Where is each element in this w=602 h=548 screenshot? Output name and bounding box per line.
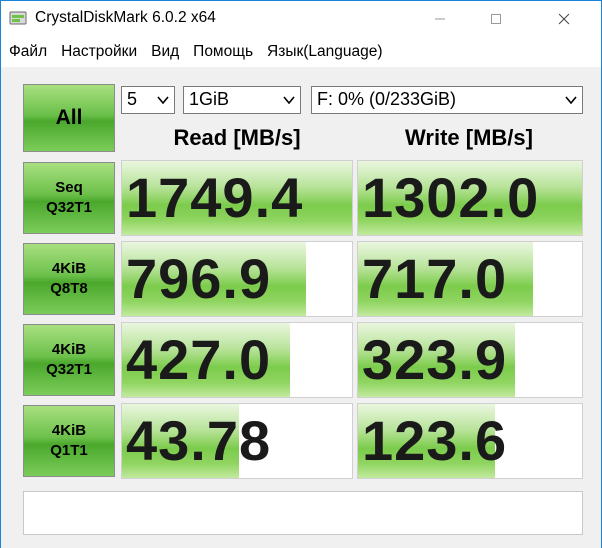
chevron-down-icon <box>565 96 577 105</box>
row-label-line2: Q8T8 <box>50 280 88 297</box>
window-title: CrystalDiskMark 6.0.2 x64 <box>35 9 216 26</box>
row-label-line1: 4KiB <box>51 260 87 277</box>
read-result-seq-q32t1: 1749.4 <box>121 160 353 236</box>
drive-value: F: 0% (0/233GiB) <box>317 89 457 109</box>
write-value: 123.6 <box>362 409 508 472</box>
row-label-line2: Q32T1 <box>46 199 92 216</box>
write-result-4kib-q8t8: 717.0 <box>357 241 583 317</box>
app-window: CrystalDiskMark 6.0.2 x64 Файл Настройки… <box>0 0 602 548</box>
write-result-4kib-q1t1: 123.6 <box>357 403 583 479</box>
minimize-button[interactable] <box>417 1 463 37</box>
row-label-line2: Q1T1 <box>50 442 88 459</box>
read-value: 427.0 <box>126 328 272 391</box>
status-box <box>23 491 583 535</box>
4kib-q32t1-button[interactable]: 4KiB Q32T1 <box>23 324 115 396</box>
chevron-down-icon <box>283 96 295 105</box>
maximize-button[interactable] <box>473 1 519 37</box>
row-label-line1: 4KiB <box>51 341 87 358</box>
seq-q32t1-button[interactable]: Seq Q32T1 <box>23 162 115 234</box>
test-count-value: 5 <box>127 89 138 109</box>
menu-file[interactable]: Файл <box>1 39 53 65</box>
row-label-line1: Seq <box>55 179 83 196</box>
close-button[interactable] <box>541 1 587 37</box>
menu-help[interactable]: Помощь <box>185 39 259 65</box>
minimize-icon <box>435 18 445 20</box>
crystaldiskmark-icon <box>9 11 27 25</box>
4kib-q8t8-button[interactable]: 4KiB Q8T8 <box>23 243 115 315</box>
menu-bar: Файл Настройки Вид Помощь Язык(Language) <box>1 39 601 65</box>
title-bar: CrystalDiskMark 6.0.2 x64 <box>1 1 601 37</box>
write-value: 717.0 <box>362 247 508 310</box>
read-header: Read [MB/s] <box>173 125 301 150</box>
drive-select[interactable]: F: 0% (0/233GiB) <box>311 86 583 114</box>
maximize-icon <box>491 14 501 24</box>
row-label-line1: 4KiB <box>51 422 87 439</box>
test-count-select[interactable]: 5 <box>121 86 175 114</box>
read-result-4kib-q32t1: 427.0 <box>121 322 353 398</box>
write-result-4kib-q32t1: 323.9 <box>357 322 583 398</box>
read-result-4kib-q8t8: 796.9 <box>121 241 353 317</box>
test-size-value: 1GiB <box>189 89 230 109</box>
write-header: Write [MB/s] <box>405 125 533 150</box>
4kib-q1t1-button[interactable]: 4KiB Q1T1 <box>23 405 115 477</box>
menu-language[interactable]: Язык(Language) <box>259 39 389 65</box>
read-value: 1749.4 <box>126 166 304 229</box>
write-value: 323.9 <box>362 328 508 391</box>
all-button[interactable]: All <box>23 84 115 152</box>
test-size-select[interactable]: 1GiB <box>183 86 301 114</box>
row-label-line2: Q32T1 <box>46 361 92 378</box>
read-value: 796.9 <box>126 247 272 310</box>
read-result-4kib-q1t1: 43.78 <box>121 403 353 479</box>
chevron-down-icon <box>157 96 169 105</box>
menu-view[interactable]: Вид <box>143 39 185 65</box>
read-value: 43.78 <box>126 409 272 472</box>
write-value: 1302.0 <box>362 166 540 229</box>
write-result-seq-q32t1: 1302.0 <box>357 160 583 236</box>
close-icon <box>558 13 570 25</box>
menu-settings[interactable]: Настройки <box>53 39 143 65</box>
